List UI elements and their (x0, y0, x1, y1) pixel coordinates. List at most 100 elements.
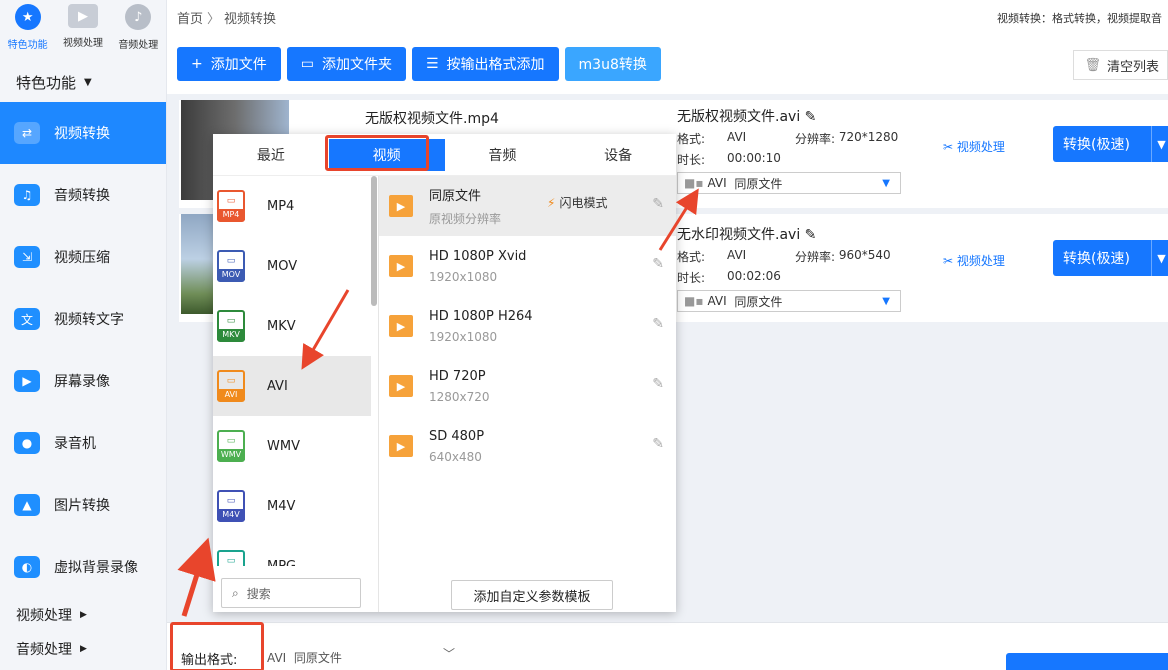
sidebar-item-label: 虚拟背景录像 (54, 560, 138, 576)
preset-resolution: 640x480 (429, 449, 482, 464)
section-audio-process[interactable]: 音频处理 ▶ (0, 632, 166, 666)
video-process-link[interactable]: ✂ 视频处理 (943, 252, 1005, 269)
file-format-icon: ▭MPG (217, 550, 245, 566)
caret-down-icon: ▼ (84, 76, 92, 88)
convert-button[interactable]: 转换(极速) ▼ (1053, 240, 1168, 276)
add-folder-button[interactable]: ▭ 添加文件夹 (286, 47, 406, 81)
preset-name: HD 1080P Xvid (429, 248, 527, 264)
format-item[interactable]: ▭ MP4 MP4 (213, 176, 371, 236)
sidebar-item[interactable]: ● 录音机 (0, 412, 166, 474)
format-label: 格式: (677, 132, 706, 146)
caret-down-icon[interactable]: ▼ (1151, 126, 1168, 162)
preset-name: HD 1080P H264 (429, 308, 533, 324)
preset-item[interactable]: ▶ 同原文件 原视频分辨率 ⚡ 闪电模式 ✎ (379, 176, 676, 236)
sidebar-item[interactable]: ♫ 音频转换 (0, 164, 166, 226)
file-name: 无版权视频文件.mp4 (365, 111, 499, 127)
select-format: AVI (707, 176, 727, 190)
sidebar-item[interactable]: 文视频转文字 (0, 288, 166, 350)
caret-right-icon: ▶ (80, 644, 87, 654)
format-label: AVI (267, 378, 288, 394)
virtual-bg-icon: ◐ (14, 556, 40, 578)
pencil-icon[interactable]: ✎ (805, 227, 817, 243)
select-format: AVI (267, 651, 287, 665)
section-video-process[interactable]: 视频处理 ▶ (0, 598, 166, 632)
search-input[interactable]: ⌕ 搜索 (221, 578, 361, 608)
format-label: MPG (267, 558, 297, 567)
clear-list-button[interactable]: 🗑 清空列表 (1073, 50, 1168, 80)
pencil-icon[interactable]: ✎ (805, 109, 817, 125)
file-format-icon: ▭ M4V (217, 490, 245, 522)
tab-recent[interactable]: 最近 (213, 134, 329, 175)
top-tab-audio[interactable]: ♪ 音频处理 (111, 4, 166, 62)
edit-icon[interactable]: ✎ (652, 376, 664, 392)
sidebar-item[interactable]: ▲ 图片转换 (0, 474, 166, 536)
top-tab-label: 视频处理 (62, 38, 103, 49)
start-all-button[interactable] (1006, 653, 1168, 670)
format-item[interactable]: ▭ AVI AVI (213, 356, 371, 416)
format-item[interactable]: ▭ MOV MOV (213, 236, 371, 296)
scrollbar[interactable] (371, 176, 377, 306)
flash-label: 闪电模式 (559, 196, 608, 210)
edit-icon[interactable]: ✎ (652, 256, 664, 272)
sidebar-item[interactable]: ◐ 虚拟背景录像 (0, 536, 166, 598)
format-item[interactable]: ▭ WMV WMV (213, 416, 371, 476)
sidebar-item[interactable]: ⇄ 视频转换 (0, 102, 166, 164)
video-process-link[interactable]: ✂ 视频处理 (943, 138, 1005, 155)
sidebar-item-label: 视频转换 (54, 126, 110, 142)
format-list: ▭ MP4 MP4 ▭ MOV MOV ▭ MKV MKV ▭ AVI AVI ▭ WMV WMV ▭ M4V M… (213, 176, 371, 566)
format-item[interactable]: ▭ M4V M4V (213, 476, 371, 536)
preset-item[interactable]: ▶ HD 720P 1280x720 ✎ (379, 356, 676, 416)
sidebar-top-tabs: ★ 特色功能 ▶ 视频处理 ♪ 音频处理 (0, 0, 166, 62)
add-by-format-button[interactable]: ☰ 按输出格式添加 (411, 47, 559, 81)
caret-down-icon[interactable]: ▼ (1151, 240, 1168, 276)
scissors-icon: ✂ (943, 254, 957, 268)
output-format-select[interactable]: ■▪ AVI 同原文件 ▼ (677, 172, 901, 194)
output-format-select[interactable]: ■▪ AVI 同原文件 ▼ (677, 290, 901, 312)
format-tag: AVI (217, 389, 245, 400)
edit-icon[interactable]: ✎ (652, 196, 664, 212)
video-preset-icon: ▶ (389, 375, 413, 397)
sidebar-item[interactable]: ▶ 屏幕录像 (0, 350, 166, 412)
output-format-select[interactable]: AVI 同原文件 (267, 649, 342, 666)
format-item[interactable]: ▭ MKV MKV (213, 296, 371, 356)
section-title: 音频处理 (16, 642, 72, 658)
preset-item[interactable]: ▶ HD 1080P H264 1920x1080 ✎ (379, 296, 676, 356)
play-icon: ▭ (226, 376, 236, 386)
sidebar-item[interactable]: ⇲ 视频压缩 (0, 226, 166, 288)
tab-audio[interactable]: 音频 (445, 134, 561, 175)
top-tab-features[interactable]: ★ 特色功能 (0, 4, 55, 62)
section-features-header[interactable]: 特色功能 ▼ (0, 62, 166, 102)
recorder-icon: ● (14, 432, 40, 454)
top-tab-video[interactable]: ▶ 视频处理 (55, 4, 110, 62)
file-format-icon: ▭ WMV (217, 430, 245, 462)
output-name-text: 无版权视频文件.avi (677, 109, 801, 125)
preset-item[interactable]: ▶ HD 1080P Xvid 1920x1080 ✎ (379, 236, 676, 296)
preset-item[interactable]: ▶ SD 480P 640x480 ✎ (379, 416, 676, 476)
breadcrumb-home[interactable]: 首页 (177, 8, 203, 27)
chevron-down-icon[interactable]: ﹀ (443, 645, 455, 662)
edit-icon[interactable]: ✎ (652, 436, 664, 452)
preset-name: HD 720P (429, 368, 486, 384)
play-icon: ▭ (226, 316, 236, 326)
scissors-icon: ✂ (943, 140, 957, 154)
output-name[interactable]: 无版权视频文件.avi ✎ (677, 106, 917, 126)
output-name-text: 无水印视频文件.avi (677, 227, 801, 243)
format-item[interactable]: ▭MPG MPG (213, 536, 371, 566)
convert-button[interactable]: 转换(极速) ▼ (1053, 126, 1168, 162)
button-label: m3u8转换 (578, 57, 647, 73)
format-value: AVI (727, 130, 747, 144)
m3u8-button[interactable]: m3u8转换 (564, 47, 661, 81)
flash-mode-toggle[interactable]: ⚡ 闪电模式 (547, 194, 607, 211)
add-file-button[interactable]: + 添加文件 (177, 47, 281, 81)
section-title: 视频处理 (16, 608, 72, 624)
edit-icon[interactable]: ✎ (652, 316, 664, 332)
preset-resolution: 1920x1080 (429, 269, 498, 284)
add-custom-template-button[interactable]: 添加自定义参数模板 (451, 580, 613, 610)
tab-device[interactable]: 设备 (560, 134, 676, 175)
select-preset: 同原文件 (293, 651, 342, 665)
output-name[interactable]: 无水印视频文件.avi ✎ (677, 224, 917, 244)
format-tag: WMV (217, 449, 245, 460)
format-label: WMV (267, 438, 300, 454)
file-format-icon: ▭ AVI (217, 370, 245, 402)
star-icon: ★ (14, 4, 41, 30)
